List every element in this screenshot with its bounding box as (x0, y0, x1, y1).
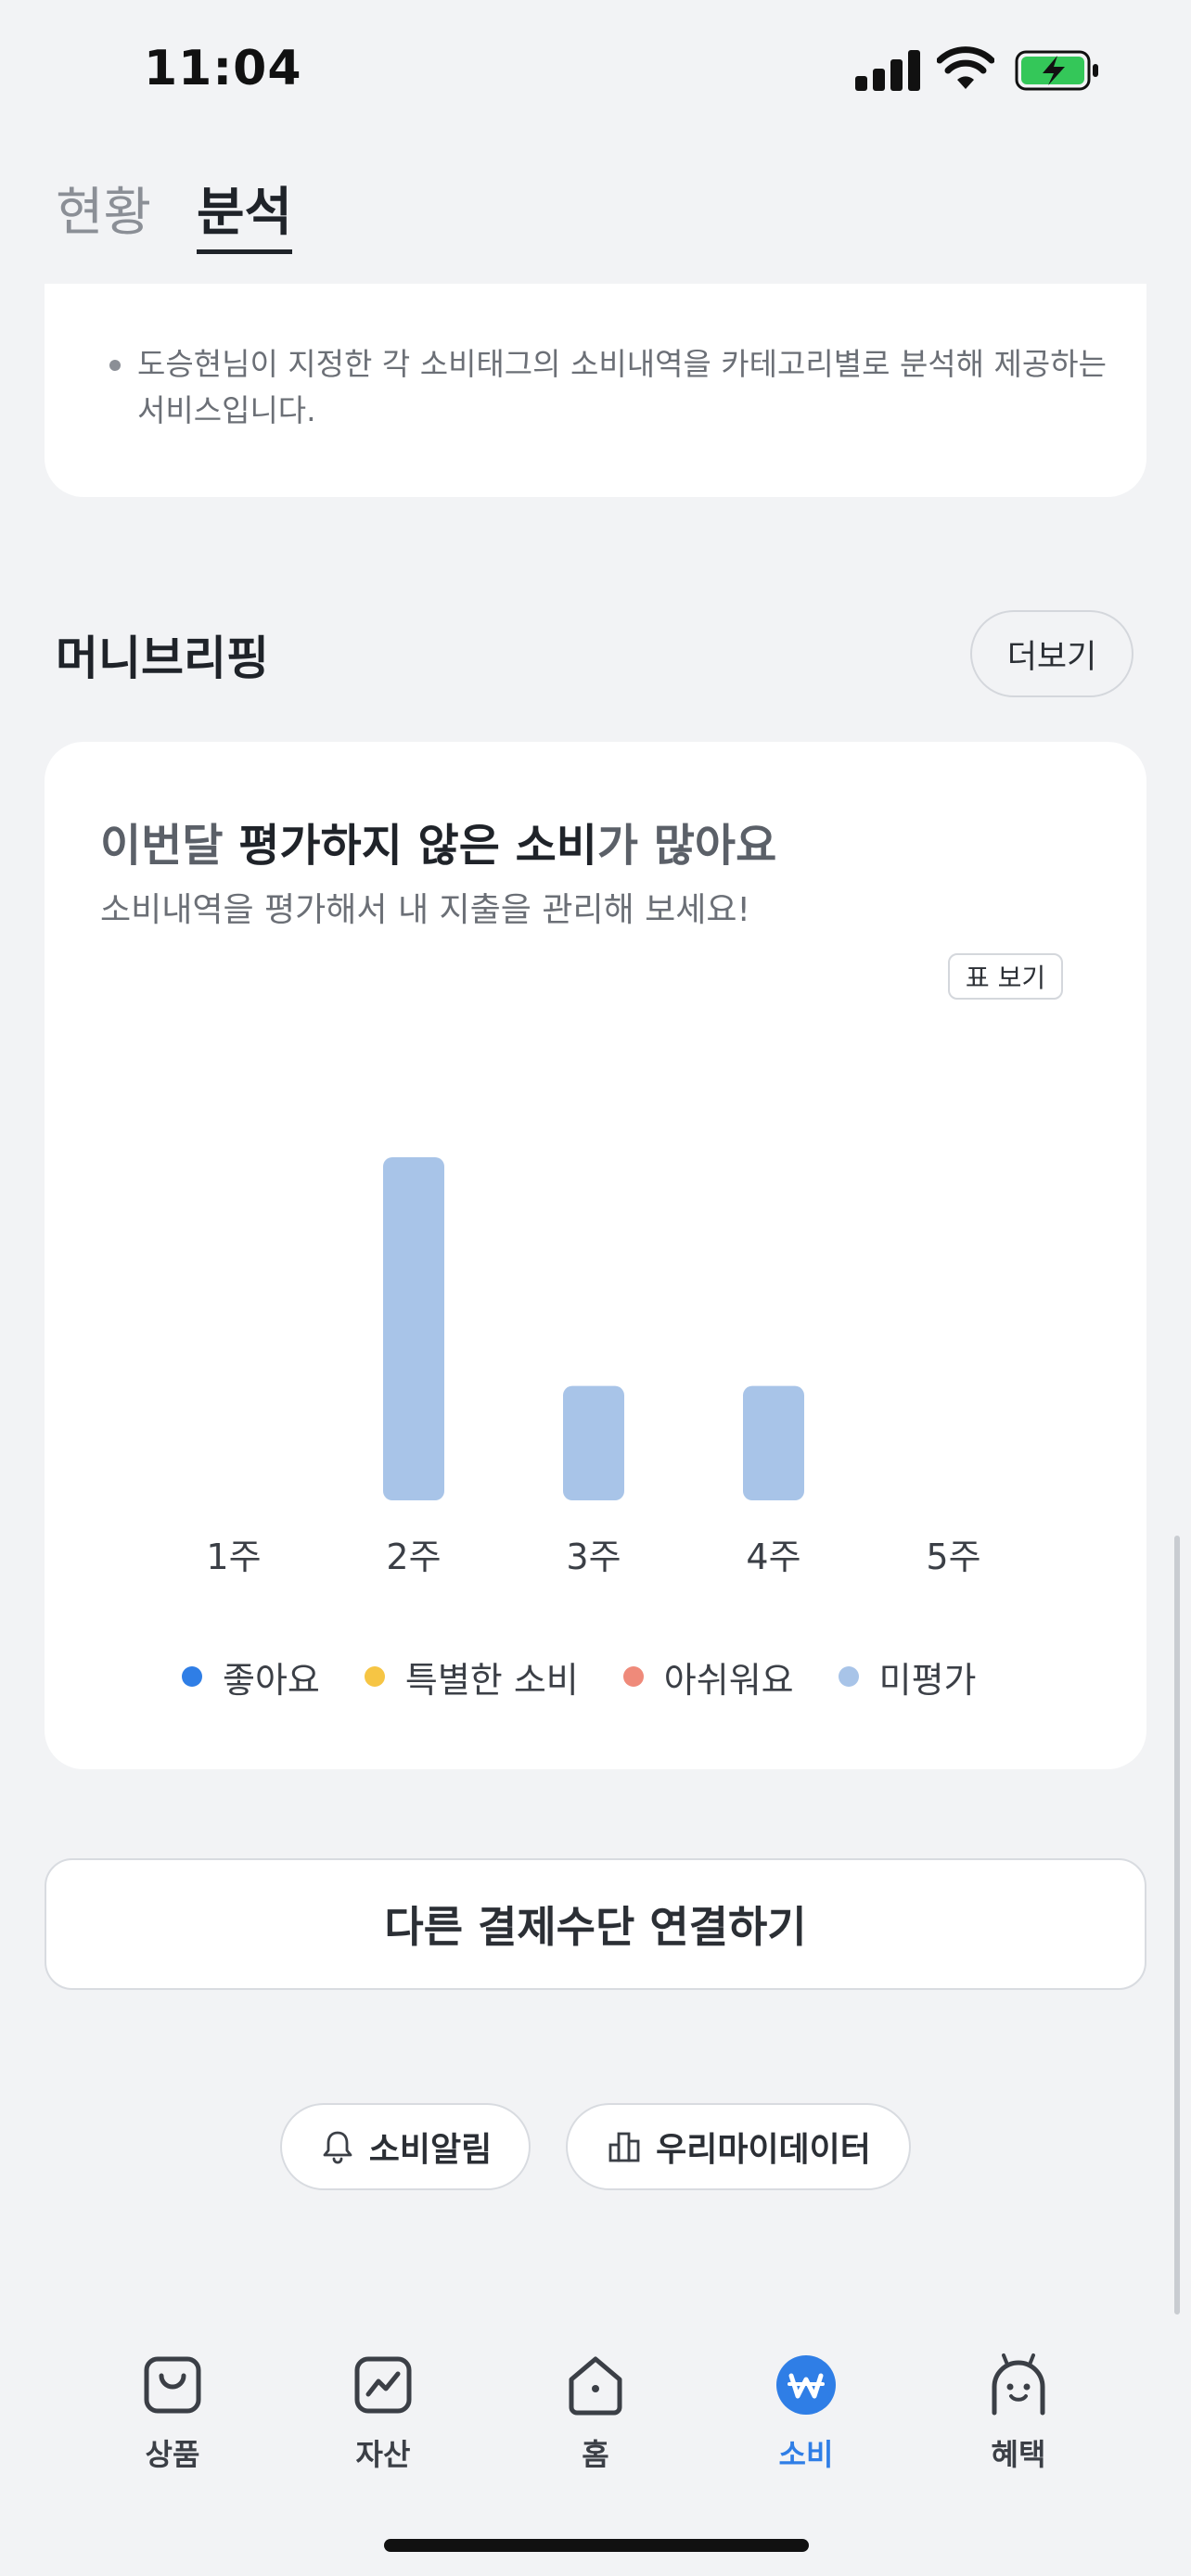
mydata-button[interactable]: 우리마이데이터 (566, 2103, 911, 2190)
nav-label-benefits: 혜택 (991, 2437, 1046, 2472)
legend-item: 특별한 소비 (364, 1651, 579, 1702)
nav-item-products[interactable]: 상품 (108, 2352, 237, 2474)
chart-svg: 1주 2주 3주 4주 5주 (206, 1157, 981, 1577)
legend-label: 미평가 (878, 1659, 977, 1701)
mydata-label: 우리마이데이터 (656, 2131, 871, 2169)
home-icon (569, 2356, 622, 2416)
nav-item-benefits[interactable]: 혜택 (954, 2352, 1083, 2474)
tab-status[interactable]: 현황 (56, 171, 151, 246)
scrollbar[interactable] (1174, 1536, 1180, 2315)
bar-2-series-3 (383, 1157, 444, 1500)
won-icon (776, 2355, 836, 2415)
weekly-spending-chart: 1주 2주 3주 4주 5주 (45, 742, 1146, 1769)
legend-item: 좋아요 (182, 1651, 320, 1702)
status-bar: 11:04 (0, 0, 1191, 139)
bullet-icon (109, 360, 121, 371)
legend-label: 특별한 소비 (404, 1659, 579, 1701)
analysis-note: 도승현님이 지정한 각 소비태그의 소비내역을 카테고리별로 분석해 제공하는 … (109, 341, 1121, 434)
nav-item-spending[interactable]: 소비 (741, 2352, 871, 2474)
x-tick-label: 1주 (206, 1537, 261, 1577)
x-tick-label: 5주 (926, 1537, 980, 1577)
x-tick-label: 2주 (386, 1537, 441, 1577)
x-tick-label: 4주 (746, 1537, 800, 1577)
analysis-info-card: 도승현님이 지정한 각 소비태그의 소비내역을 카테고리별로 분석해 제공하는 … (45, 284, 1146, 497)
wifi-icon (937, 46, 994, 89)
spending-alert-button[interactable]: 소비알림 (280, 2103, 531, 2190)
x-tick-label: 3주 (566, 1537, 621, 1577)
character-icon (992, 2353, 1045, 2416)
bar-4-series-3 (743, 1385, 804, 1500)
legend-dot-icon (838, 1666, 859, 1687)
spending-alert-label: 소비알림 (368, 2131, 493, 2169)
chart-line-icon (354, 2356, 412, 2414)
bell-icon (323, 2131, 352, 2164)
legend-label: 좋아요 (223, 1659, 320, 1701)
chart-legend: 좋아요 특별한 소비 아쉬워요 미평가 (182, 1649, 1021, 1704)
building-chart-icon (608, 2132, 640, 2162)
analysis-note-text: 도승현님이 지정한 각 소비태그의 소비내역을 카테고리별로 분석해 제공하는 … (137, 346, 1107, 428)
money-briefing-title: 머니브리핑 (56, 631, 269, 685)
nav-label-products: 상품 (145, 2437, 200, 2472)
legend-item: 미평가 (838, 1651, 977, 1702)
bar-3-series-3 (563, 1385, 624, 1500)
legend-dot-icon (622, 1666, 644, 1687)
legend-label: 아쉬워요 (663, 1659, 794, 1701)
tab-analysis[interactable]: 분석 (197, 171, 293, 254)
more-button[interactable]: 더보기 (970, 610, 1133, 697)
bottom-nav: 상품 자산 홈 소비 혜택 (0, 2318, 1191, 2576)
shopping-bag-icon (144, 2356, 201, 2414)
nav-label-spending: 소비 (778, 2437, 834, 2472)
money-briefing-card: 이번달 평가하지 않은 소비가 많아요 소비내역을 평가해서 내 지출을 관리해… (45, 742, 1146, 1769)
nav-label-home: 홈 (582, 2437, 609, 2472)
cellular-signal-icon (855, 48, 920, 91)
connect-payment-button[interactable]: 다른 결제수단 연결하기 (45, 1858, 1146, 1990)
battery-charging-icon (1015, 50, 1098, 91)
legend-item: 아쉬워요 (622, 1651, 794, 1702)
home-indicator (384, 2539, 809, 2552)
nav-label-assets: 자산 (355, 2437, 411, 2472)
legend-dot-icon (364, 1666, 385, 1687)
nav-item-home[interactable]: 홈 (531, 2352, 660, 2474)
nav-item-assets[interactable]: 자산 (318, 2352, 448, 2474)
legend-dot-icon (182, 1666, 202, 1687)
status-time: 11:04 (144, 41, 302, 96)
